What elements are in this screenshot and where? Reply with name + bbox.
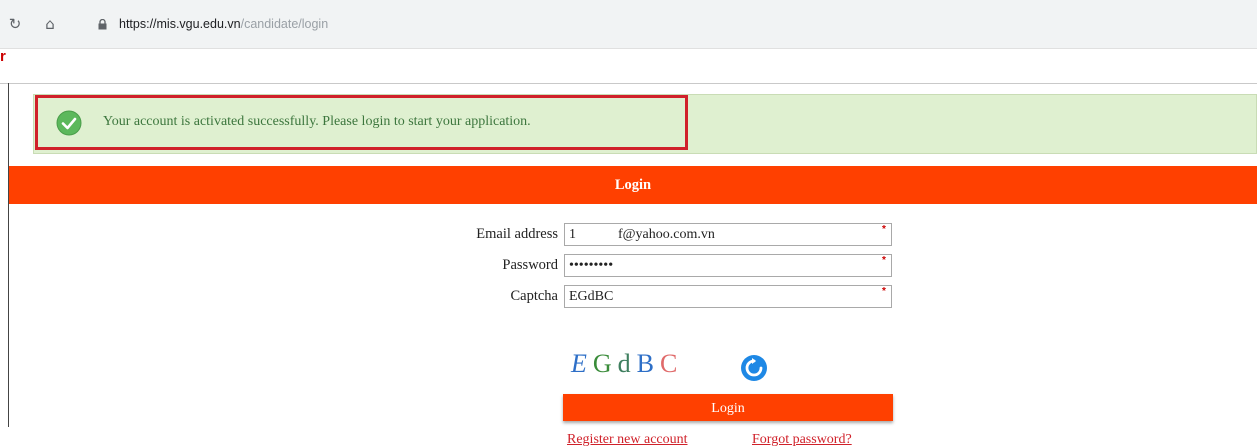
password-field[interactable] xyxy=(564,254,892,277)
required-mark: * xyxy=(882,224,886,235)
captcha-char: E xyxy=(571,349,587,378)
forgot-password-link[interactable]: Forgot password? xyxy=(752,432,852,448)
login-button[interactable]: Login xyxy=(563,394,893,421)
refresh-captcha-icon[interactable] xyxy=(739,353,769,383)
required-mark: * xyxy=(882,255,886,266)
email-field[interactable] xyxy=(564,223,892,246)
login-panel-header: Login xyxy=(9,166,1257,204)
reload-icon[interactable]: ↻ xyxy=(7,16,23,32)
left-divider xyxy=(8,83,9,427)
alert-message: Your account is activated successfully. … xyxy=(103,114,531,129)
home-icon[interactable]: ⌂ xyxy=(42,16,58,32)
url-path: /candidate/login xyxy=(240,17,329,31)
address-bar[interactable]: https://mis.vgu.edu.vn/candidate/login xyxy=(119,17,328,31)
captcha-field[interactable] xyxy=(564,285,892,308)
password-label: Password xyxy=(502,257,558,273)
url-host: https://mis.vgu.edu.vn xyxy=(119,17,241,31)
page-logo-fragment: r xyxy=(0,48,6,65)
captcha-char: d xyxy=(617,349,631,378)
browser-toolbar: ↻ ⌂ https://mis.vgu.edu.vn/candidate/log… xyxy=(0,0,1257,49)
captcha-char: C xyxy=(660,349,678,378)
captcha-label: Captcha xyxy=(510,288,558,304)
required-mark: * xyxy=(882,286,886,297)
lock-icon xyxy=(98,19,107,30)
check-circle-icon xyxy=(56,110,82,136)
captcha-image: EGdBC xyxy=(571,348,683,380)
email-label: Email address xyxy=(476,226,558,242)
register-link[interactable]: Register new account xyxy=(567,432,688,448)
captcha-char: B xyxy=(636,349,655,378)
captcha-char: G xyxy=(592,349,612,378)
